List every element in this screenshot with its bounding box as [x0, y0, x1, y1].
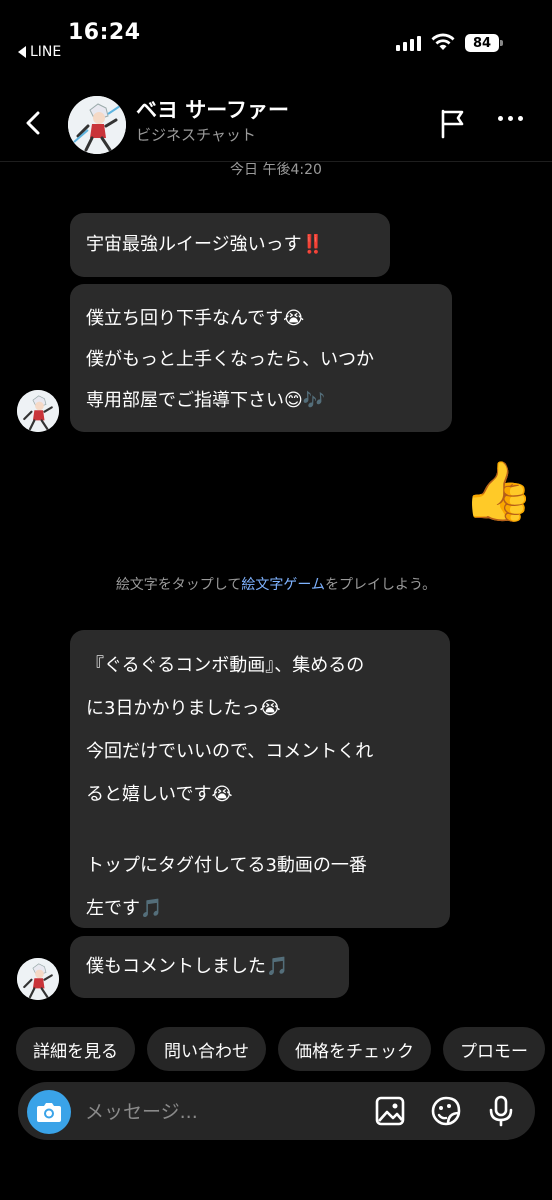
hint-text-after: をプレイしよう。 — [325, 577, 437, 593]
flag-icon[interactable] — [438, 107, 468, 139]
quick-reply-promo[interactable]: プロモー — [443, 1027, 545, 1071]
quick-reply-details[interactable]: 詳細を見る — [16, 1027, 135, 1071]
emoji-game-hint: 絵文字をタップして絵文字ゲームをプレイしよう。 — [0, 574, 552, 594]
message-bubble: 『ぐるぐるコンボ動画』、集めるの に3日かかりましたっ😭 今回だけでいいので、コ… — [70, 630, 450, 928]
message-line: 『ぐるぐるコンボ動画』、集めるの — [86, 655, 365, 676]
avatar-illustration — [68, 96, 126, 154]
message-line: 左です🎵 — [86, 898, 163, 919]
camera-icon — [37, 1103, 61, 1122]
message-text: 僕もコメントしました🎵 — [86, 956, 289, 977]
sender-avatar[interactable] — [17, 958, 59, 1000]
double-exclamation-emoji: ‼️ — [301, 234, 325, 255]
cellular-signal-icon — [396, 36, 421, 51]
message-input[interactable]: メッセージ... — [85, 1097, 198, 1124]
back-to-app-link[interactable]: LINE — [18, 44, 61, 60]
thumbs-up-emoji[interactable]: 👍 — [462, 462, 534, 520]
message-bubble: 宇宙最強ルイージ強いっす‼️ — [70, 213, 390, 277]
back-chevron-icon[interactable] — [20, 108, 50, 138]
message-line: に3日かかりましたっ😭 — [86, 698, 281, 719]
sender-avatar[interactable] — [17, 390, 59, 432]
message-text: 宇宙最強ルイージ強いっす — [86, 234, 302, 255]
message-line: 専用部屋でご指導下さい😊🎶 — [86, 390, 326, 411]
microphone-icon[interactable] — [484, 1094, 518, 1128]
message-line: 僕立ち回り下手なんです😭 — [86, 308, 305, 329]
message-line: 僕がもっと上手くなったら、いつか — [86, 349, 374, 370]
message-line: トップにタグ付してる3動画の一番 — [86, 855, 367, 876]
status-time: 16:24 — [68, 20, 141, 45]
contact-avatar[interactable] — [68, 96, 126, 154]
back-app-label: LINE — [30, 44, 62, 60]
battery-tip — [500, 40, 503, 46]
wifi-icon — [431, 33, 455, 50]
sticker-icon[interactable] — [429, 1094, 463, 1128]
more-options-icon[interactable] — [498, 116, 523, 121]
quick-reply-check-price[interactable]: 価格をチェック — [278, 1027, 431, 1071]
hint-text-before: 絵文字をタップして — [115, 577, 242, 593]
avatar-illustration — [17, 390, 59, 432]
date-label: 今日 午後4:20 — [230, 162, 322, 178]
contact-subtitle: ビジネスチャット — [136, 126, 256, 144]
battery-indicator: 84 — [465, 34, 499, 52]
message-bubble: 僕立ち回り下手なんです😭 僕がもっと上手くなったら、いつか 専用部屋でご指導下さ… — [70, 284, 452, 432]
message-bubble: 僕もコメントしました🎵 — [70, 936, 349, 998]
image-icon[interactable] — [373, 1094, 407, 1128]
quick-reply-inquiry[interactable]: 問い合わせ — [147, 1027, 266, 1071]
camera-button[interactable] — [27, 1090, 71, 1134]
contact-name: ベヨ サーファー — [136, 98, 290, 122]
emoji-game-link[interactable]: 絵文字ゲーム — [241, 577, 325, 593]
message-line: ると嬉しいです😭 — [86, 784, 233, 805]
message-line: 今回だけでいいので、コメントくれ — [86, 741, 374, 762]
avatar-illustration — [17, 958, 59, 1000]
back-triangle-icon — [18, 46, 26, 58]
quick-reply-bar: 詳細を見る 問い合わせ 価格をチェック プロモー — [16, 1027, 545, 1071]
